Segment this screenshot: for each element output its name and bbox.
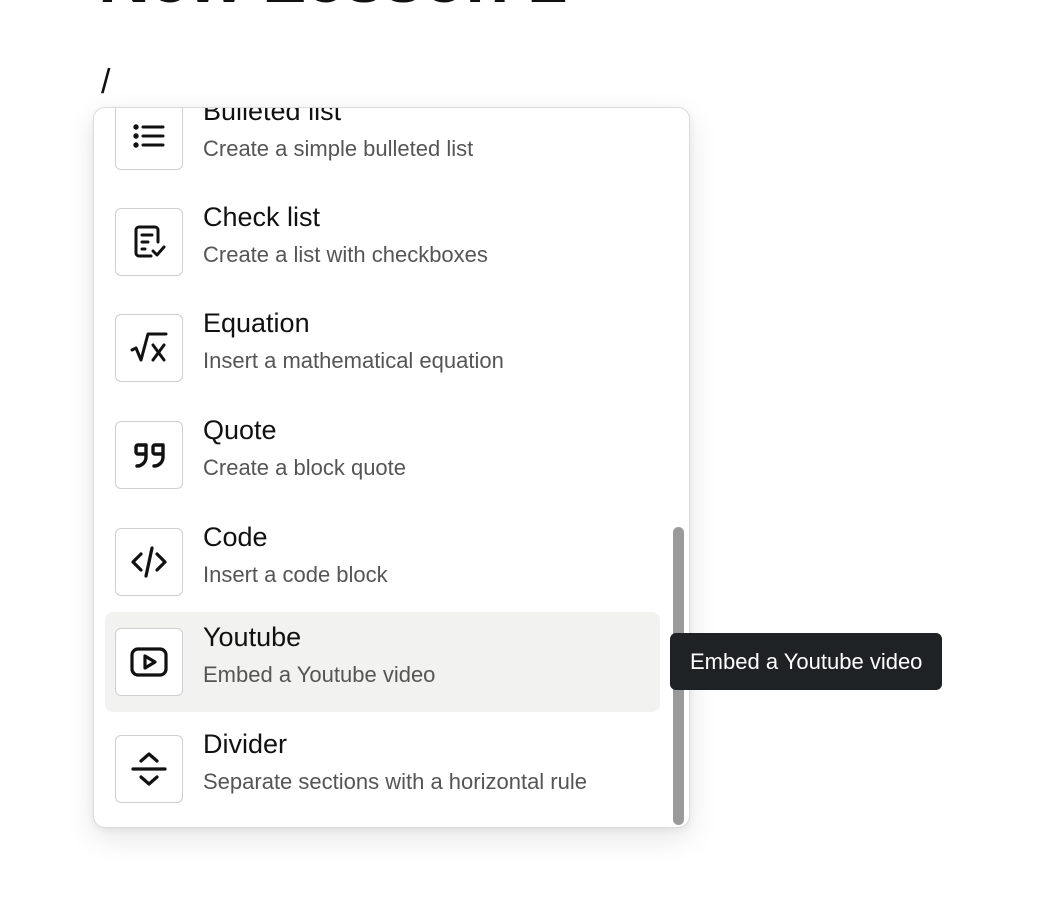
page-title[interactable]: New Lesson 1 [98,0,567,14]
menu-item-description: Insert a code block [203,562,388,587]
menu-item-code[interactable]: Code Insert a code block [105,512,660,612]
menu-item-description: Embed a Youtube video [203,662,436,687]
menu-item-equation[interactable]: Equation Insert a mathematical equation [105,298,660,398]
command-list: Bulleted list Create a simple bulleted l… [94,108,689,827]
menu-item-title: Check list [203,202,321,232]
menu-item-description: Insert a mathematical equation [203,348,504,373]
menu-item-description: Create a list with checkboxes [203,242,488,267]
menu-item-divider[interactable]: Divider Separate sections with a horizon… [105,719,660,819]
code-icon [115,528,183,596]
divider-icon [115,735,183,803]
slash-command-input[interactable]: / [101,62,110,102]
equation-icon [115,314,183,382]
menu-item-title: Quote [203,415,277,445]
check-list-icon [115,208,183,276]
menu-item-title: Code [203,522,268,552]
menu-item-bulleted-list[interactable]: Bulleted list Create a simple bulleted l… [105,107,660,186]
item-tooltip: Embed a Youtube video [670,633,943,690]
menu-item-quote[interactable]: Quote Create a block quote [105,405,660,505]
menu-item-title: Youtube [203,622,302,652]
slash-command-menu: Bulleted list Create a simple bulleted l… [93,107,690,828]
menu-item-check-list[interactable]: Check list Create a list with checkboxes [105,192,660,292]
menu-item-description: Create a simple bulleted list [203,136,474,161]
menu-item-title: Equation [203,308,310,338]
menu-item-description: Separate sections with a horizontal rule [203,769,587,794]
menu-item-title: Divider [203,729,288,759]
bulleted-list-icon [115,108,183,170]
menu-item-description: Create a block quote [203,455,407,480]
menu-item-title: Bulleted list [203,107,342,126]
menu-item-youtube[interactable]: Youtube Embed a Youtube video [105,612,660,712]
quote-icon [115,421,183,489]
youtube-icon [115,628,183,696]
